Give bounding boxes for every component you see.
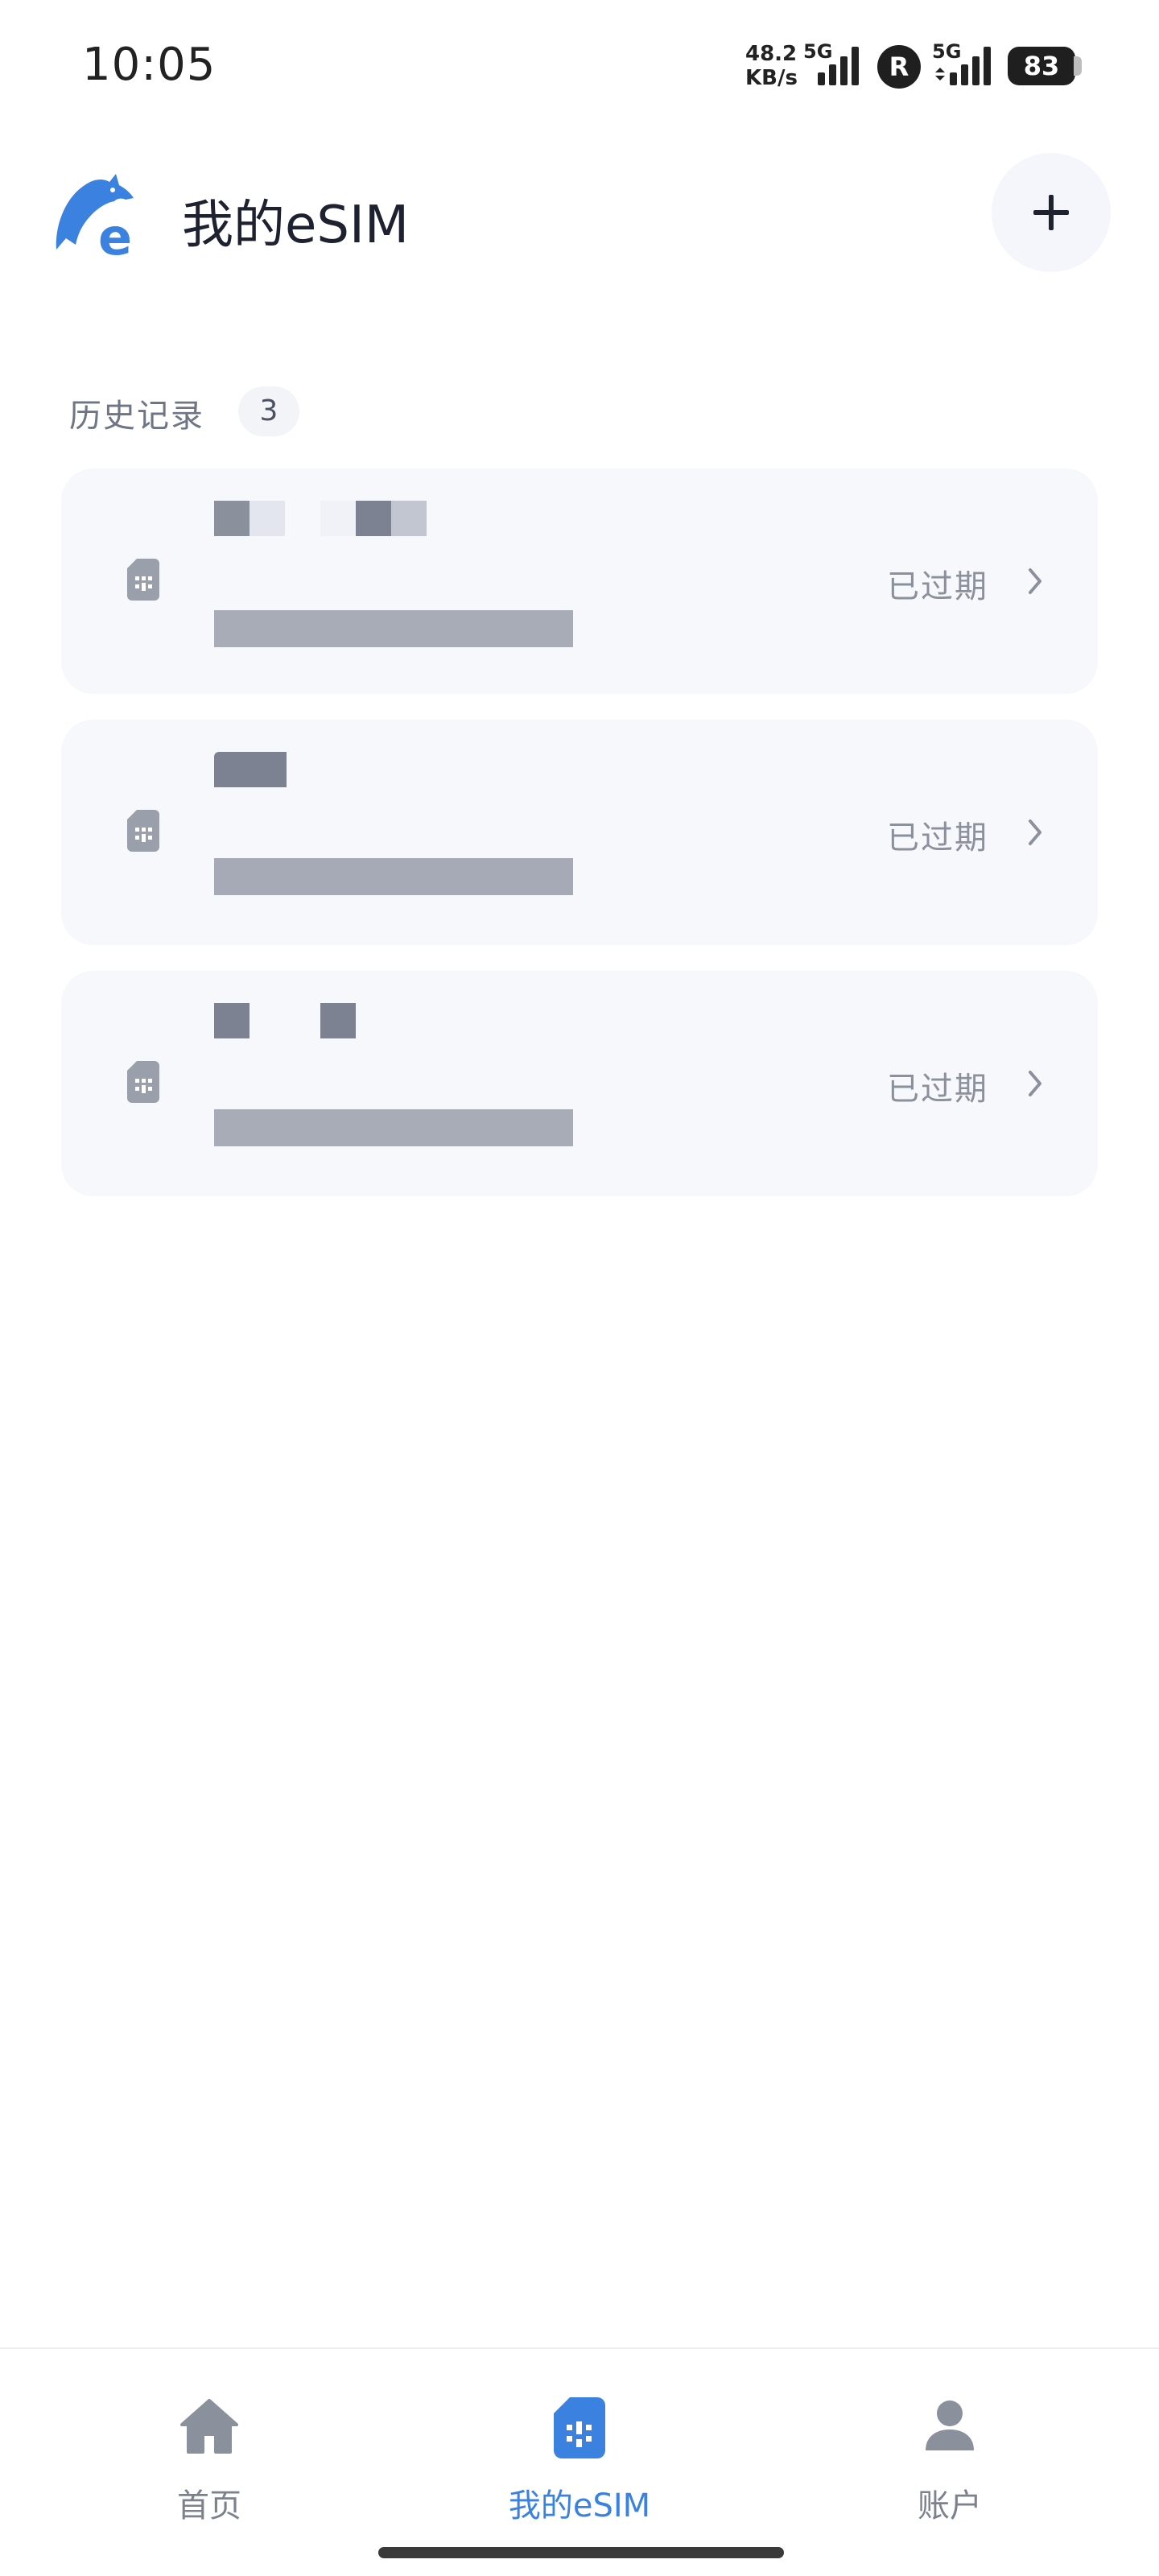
history-count-badge: 3 bbox=[238, 386, 299, 436]
redacted-name-block bbox=[214, 752, 287, 787]
roaming-icon: R bbox=[877, 45, 921, 89]
redacted-name-block bbox=[320, 1003, 356, 1038]
sim-card-icon bbox=[127, 559, 159, 601]
battery-tip bbox=[1074, 56, 1082, 76]
redacted-name-block bbox=[250, 501, 285, 536]
nav-item-account[interactable]: 账户 bbox=[829, 2383, 1070, 2544]
bottom-navigation: 首页 我的eSIM 账户 bbox=[0, 2347, 1159, 2576]
redacted-name-block bbox=[214, 501, 250, 536]
home-indicator[interactable] bbox=[378, 2547, 784, 2558]
esim-history-item[interactable]: 已过期 bbox=[61, 720, 1098, 945]
dolphin-e-logo-icon: e bbox=[56, 174, 134, 259]
nav-label-account: 账户 bbox=[918, 2487, 982, 2524]
network-speed: 48.2 KB/s bbox=[745, 42, 798, 90]
plus-icon bbox=[1033, 195, 1069, 230]
chevron-right-icon bbox=[1029, 1071, 1041, 1096]
redacted-detail-block bbox=[214, 858, 573, 895]
status-bar: 10:05 48.2 KB/s 5G R 5G 83 bbox=[0, 0, 1159, 137]
sim-card-icon bbox=[127, 810, 159, 852]
redacted-name-block bbox=[391, 501, 427, 536]
chevron-right-icon bbox=[1029, 819, 1041, 845]
sim-card-icon bbox=[554, 2397, 605, 2458]
redacted-name-block bbox=[320, 501, 356, 536]
nav-label-my-esim: 我的eSIM bbox=[508, 2487, 651, 2524]
add-esim-button[interactable] bbox=[992, 153, 1111, 272]
history-section-title: 历史记录 bbox=[69, 398, 204, 435]
esim-history-item[interactable]: 已过期 bbox=[61, 469, 1098, 694]
home-icon bbox=[180, 2399, 238, 2454]
signal-strength-icon bbox=[818, 47, 859, 85]
svg-text:e: e bbox=[98, 208, 132, 259]
battery-icon: 83 bbox=[1008, 47, 1075, 85]
nav-item-my-esim[interactable]: 我的eSIM bbox=[459, 2383, 700, 2544]
status-time: 10:05 bbox=[82, 39, 217, 91]
nav-label-home: 首页 bbox=[177, 2487, 241, 2524]
redacted-detail-block bbox=[214, 1109, 573, 1146]
sim-card-icon bbox=[127, 1061, 159, 1103]
expired-status: 已过期 bbox=[887, 819, 988, 857]
redacted-detail-block bbox=[214, 610, 573, 647]
esim-history-item[interactable]: 已过期 bbox=[61, 971, 1098, 1196]
signal-strength-icon bbox=[935, 47, 991, 85]
my-esim-page: 10:05 48.2 KB/s 5G R 5G 83 e 我的eSIM 历史记录… bbox=[0, 0, 1159, 2576]
redacted-name-block bbox=[214, 1003, 250, 1038]
page-title: 我的eSIM bbox=[182, 196, 410, 255]
user-icon bbox=[926, 2401, 974, 2450]
nav-item-home[interactable]: 首页 bbox=[89, 2383, 330, 2544]
chevron-right-icon bbox=[1029, 568, 1041, 594]
network-speed-value: 48.2 bbox=[745, 42, 798, 66]
network-speed-unit: KB/s bbox=[745, 66, 798, 90]
redacted-name-block bbox=[356, 501, 391, 536]
expired-status: 已过期 bbox=[887, 1071, 988, 1108]
expired-status: 已过期 bbox=[887, 568, 988, 605]
